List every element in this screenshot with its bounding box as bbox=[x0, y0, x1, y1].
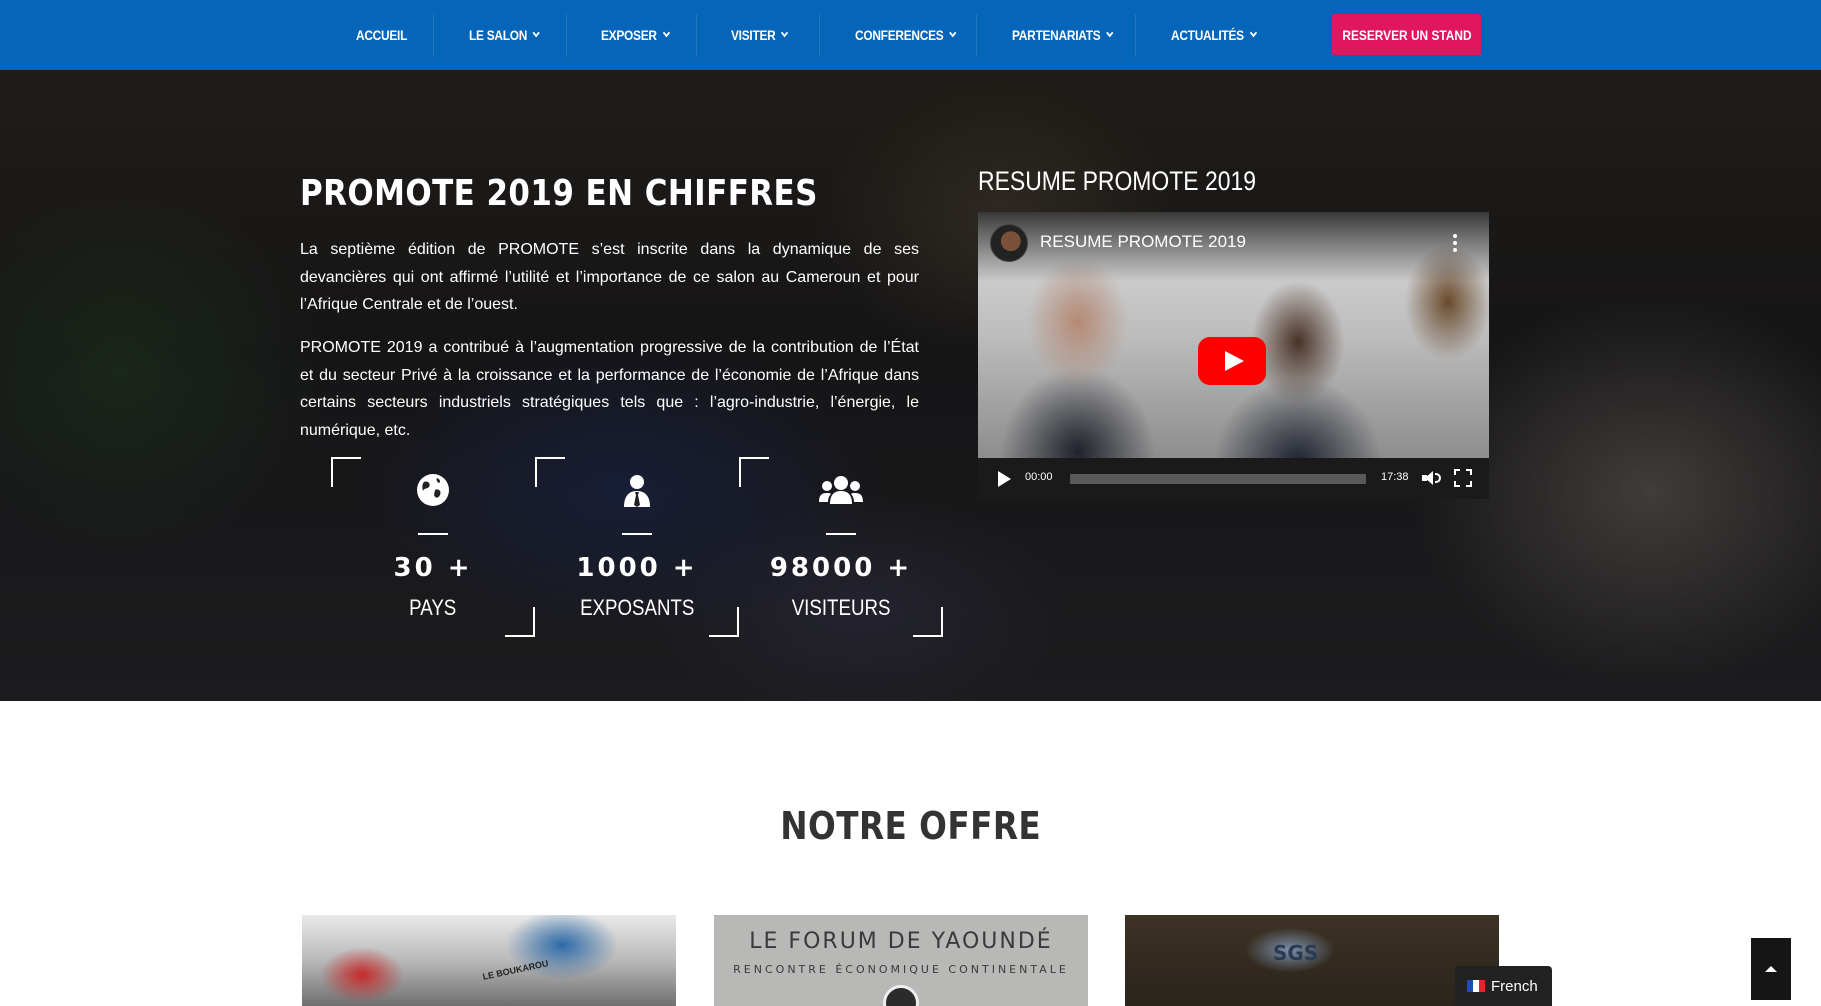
chevron-down-icon bbox=[662, 28, 670, 38]
nav-separator bbox=[976, 14, 977, 56]
stat-number: 30 + bbox=[393, 553, 473, 583]
globe-icon bbox=[331, 472, 535, 512]
nav-exposer[interactable]: EXPOSER bbox=[601, 0, 670, 70]
language-label: French bbox=[1491, 977, 1538, 995]
nav-separator bbox=[433, 14, 434, 56]
stat-visiteurs: 98000 + VISITEURS bbox=[739, 457, 943, 637]
sgs-screen-text: SGS bbox=[1273, 941, 1319, 965]
nav-le-salon[interactable]: LE SALON bbox=[469, 0, 541, 70]
nav-visiter-label: VISITER bbox=[731, 27, 776, 43]
video-player[interactable]: RESUME PROMOTE 2019 00:00 17:38 bbox=[978, 212, 1489, 499]
stat-divider bbox=[622, 533, 652, 535]
scroll-to-top-button[interactable] bbox=[1751, 938, 1791, 1000]
chevron-down-icon bbox=[781, 28, 789, 38]
france-flag-icon bbox=[1467, 980, 1485, 992]
nav-partenariats[interactable]: PARTENARIATS bbox=[1012, 0, 1114, 70]
nav-actualites[interactable]: ACTUALITÉS bbox=[1171, 0, 1257, 70]
users-group-icon bbox=[739, 472, 943, 512]
video-controls: 00:00 17:38 bbox=[978, 458, 1489, 499]
nav-accueil[interactable]: ACCUEIL bbox=[356, 0, 407, 70]
stat-label-text: PAYS bbox=[409, 595, 457, 620]
duration: 17:38 bbox=[1381, 471, 1409, 483]
nav-partenariats-label: PARTENARIATS bbox=[1012, 27, 1101, 43]
language-switcher[interactable]: French bbox=[1455, 966, 1552, 1006]
stat-number: 98000 + bbox=[769, 553, 913, 583]
reserve-stand-label: RESERVER UN STAND bbox=[1341, 26, 1472, 43]
progress-bar[interactable] bbox=[1070, 474, 1366, 484]
reserve-stand-button[interactable]: RESERVER UN STAND bbox=[1332, 14, 1481, 55]
nav-exposer-label: EXPOSER bbox=[601, 27, 657, 43]
offre-title-text: NOTRE OFFRE bbox=[780, 804, 1041, 848]
forum-emblem-icon bbox=[883, 985, 919, 1006]
hero-paragraph-2: PROMOTE 2019 a contribué à l’augmentatio… bbox=[300, 339, 919, 439]
chevron-down-icon bbox=[532, 28, 541, 38]
stat-label: EXPOSANTS bbox=[535, 595, 739, 621]
offer-card-conference[interactable]: SGS bbox=[1125, 915, 1499, 1006]
hero-section: PROMOTE 2019 EN CHIFFRES La septième édi… bbox=[0, 70, 1821, 701]
forum-subtitle: RENCONTRE ÉCONOMIQUE CONTINENTALE bbox=[733, 963, 1069, 976]
nav-le-salon-label: LE SALON bbox=[469, 27, 528, 43]
nav-conferences[interactable]: CONFERENCES bbox=[855, 0, 957, 70]
stat-label: VISITEURS bbox=[739, 595, 943, 621]
chevron-down-icon bbox=[1106, 28, 1114, 38]
play-icon[interactable] bbox=[998, 471, 1011, 487]
forum-title: LE FORUM DE YAOUNDÉ bbox=[749, 929, 1053, 954]
chevron-down-icon bbox=[949, 28, 957, 38]
stat-divider bbox=[826, 533, 856, 535]
youtube-play-button[interactable] bbox=[1198, 337, 1266, 385]
top-navigation: ACCUEIL LE SALON EXPOSER VISITER CONFERE… bbox=[0, 0, 1821, 70]
nav-separator bbox=[1135, 14, 1136, 56]
stat-divider bbox=[418, 533, 448, 535]
hero-paragraph-1: La septième édition de PROMOTE s’est ins… bbox=[300, 241, 919, 313]
nav-actualites-label: ACTUALITÉS bbox=[1171, 27, 1244, 43]
stat-label-text: EXPOSANTS bbox=[579, 595, 695, 620]
booth-sign: LE BOUKAROU bbox=[481, 958, 550, 982]
youtube-video-title[interactable]: RESUME PROMOTE 2019 bbox=[1040, 232, 1246, 252]
stat-pays: 30 + PAYS bbox=[331, 457, 535, 637]
nav-separator bbox=[819, 14, 820, 56]
stat-exposants: 1000 + EXPOSANTS bbox=[535, 457, 739, 637]
video-heading: RESUME PROMOTE 2019 bbox=[978, 166, 1257, 196]
offer-card-forum[interactable]: LE FORUM DE YAOUNDÉ RENCONTRE ÉCONOMIQUE… bbox=[714, 915, 1088, 1006]
chevron-down-icon bbox=[1249, 28, 1257, 38]
businessman-icon bbox=[535, 472, 739, 512]
nav-conferences-label: CONFERENCES bbox=[855, 27, 944, 43]
channel-avatar[interactable] bbox=[990, 224, 1028, 262]
fullscreen-icon[interactable] bbox=[1454, 469, 1472, 487]
nav-visiter[interactable]: VISITER bbox=[731, 0, 789, 70]
offer-card-stand[interactable]: LE BOUKAROU bbox=[302, 915, 676, 1006]
current-time: 00:00 bbox=[1025, 471, 1053, 483]
volume-icon[interactable] bbox=[1422, 470, 1441, 486]
hero-title: PROMOTE 2019 EN CHIFFRES bbox=[300, 173, 818, 214]
nav-separator bbox=[566, 14, 567, 56]
section-title-offre: NOTRE OFFRE bbox=[0, 804, 1821, 848]
stat-label: PAYS bbox=[331, 595, 535, 621]
more-options-icon[interactable] bbox=[1453, 234, 1457, 252]
stat-number: 1000 + bbox=[576, 553, 698, 583]
nav-separator bbox=[696, 14, 697, 56]
stat-label-text: VISITEURS bbox=[791, 595, 891, 620]
nav-accueil-label: ACCUEIL bbox=[356, 27, 408, 43]
